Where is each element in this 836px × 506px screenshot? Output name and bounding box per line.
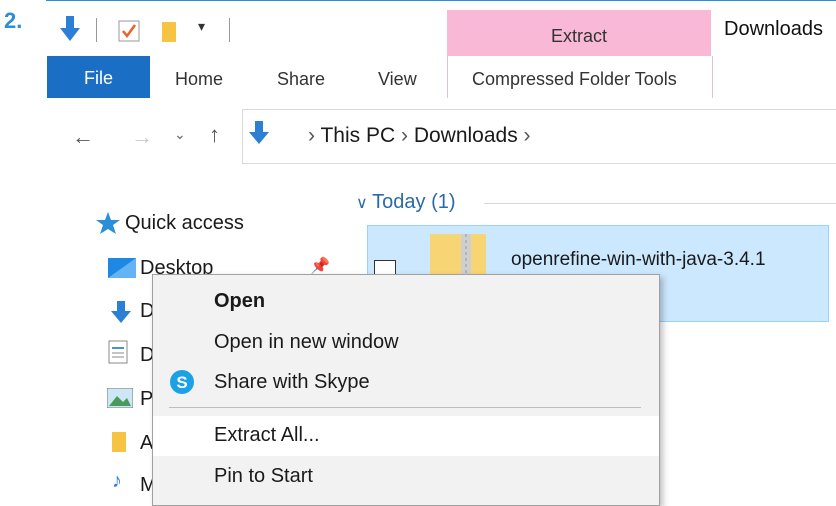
desktop-icon <box>108 258 136 283</box>
pictures-icon <box>106 387 134 413</box>
breadcrumb-downloads[interactable]: Downloads <box>414 124 518 147</box>
step-number: 2. <box>4 8 23 33</box>
qat-separator <box>229 18 230 42</box>
tab-home[interactable]: Home <box>175 69 223 90</box>
window-top-border <box>46 0 836 1</box>
qat-dropdown-icon[interactable]: ▾ <box>198 18 205 35</box>
group-divider <box>484 203 836 204</box>
menu-item-open[interactable]: Open <box>153 282 659 322</box>
chevron-down-icon: ∨ <box>356 195 373 212</box>
svg-text:S: S <box>176 373 187 392</box>
qat-separator <box>96 18 97 42</box>
nav-quick-access[interactable]: Quick access <box>125 212 244 235</box>
qat-new-folder-icon[interactable] <box>160 20 178 49</box>
address-path: › This PC › Downloads › <box>308 124 531 148</box>
tab-share[interactable]: Share <box>277 69 325 90</box>
tab-file[interactable]: File <box>47 56 150 98</box>
recent-locations-icon[interactable]: ⌄ <box>174 126 186 143</box>
file-name: openrefine-win-with-java-3.4.1 <box>511 249 766 270</box>
download-arrow-icon <box>248 120 270 151</box>
menu-item-extract-all[interactable]: Extract All... <box>153 416 659 456</box>
music-icon: ♪ <box>112 470 122 492</box>
menu-item-open-new-window[interactable]: Open in new window <box>153 323 659 363</box>
contextual-tab-label: Extract <box>550 26 607 46</box>
skype-icon: S <box>169 369 195 400</box>
chevron-right-icon: › <box>517 124 531 147</box>
star-icon <box>95 211 121 240</box>
pin-icon[interactable]: 📌 <box>310 256 330 276</box>
tab-compressed-folder-tools[interactable]: Compressed Folder Tools <box>472 69 677 90</box>
menu-item-share-skype[interactable]: S Share with Skype <box>153 363 659 403</box>
chevron-right-icon: › <box>308 124 321 147</box>
forward-arrow-icon[interactable]: → <box>131 124 153 150</box>
download-arrow-icon <box>110 300 132 329</box>
back-arrow-icon[interactable]: ← <box>72 124 94 150</box>
context-menu: Open Open in new window S Share with Sky… <box>152 274 660 506</box>
qat-properties-icon[interactable] <box>118 20 140 47</box>
menu-item-pin-to-start[interactable]: Pin to Start <box>153 457 659 497</box>
qat-download-icon[interactable] <box>58 14 82 49</box>
breadcrumb-this-pc[interactable]: This PC <box>320 124 395 147</box>
menu-separator <box>169 407 641 408</box>
folder-icon <box>110 430 128 459</box>
group-header-today[interactable]: ∨ Today (1) <box>356 191 456 214</box>
documents-icon <box>108 340 128 369</box>
up-arrow-icon[interactable]: ↑ <box>209 122 220 148</box>
window-title: Downloads <box>724 18 823 40</box>
chevron-right-icon: › <box>395 124 414 147</box>
tab-view[interactable]: View <box>378 69 417 90</box>
